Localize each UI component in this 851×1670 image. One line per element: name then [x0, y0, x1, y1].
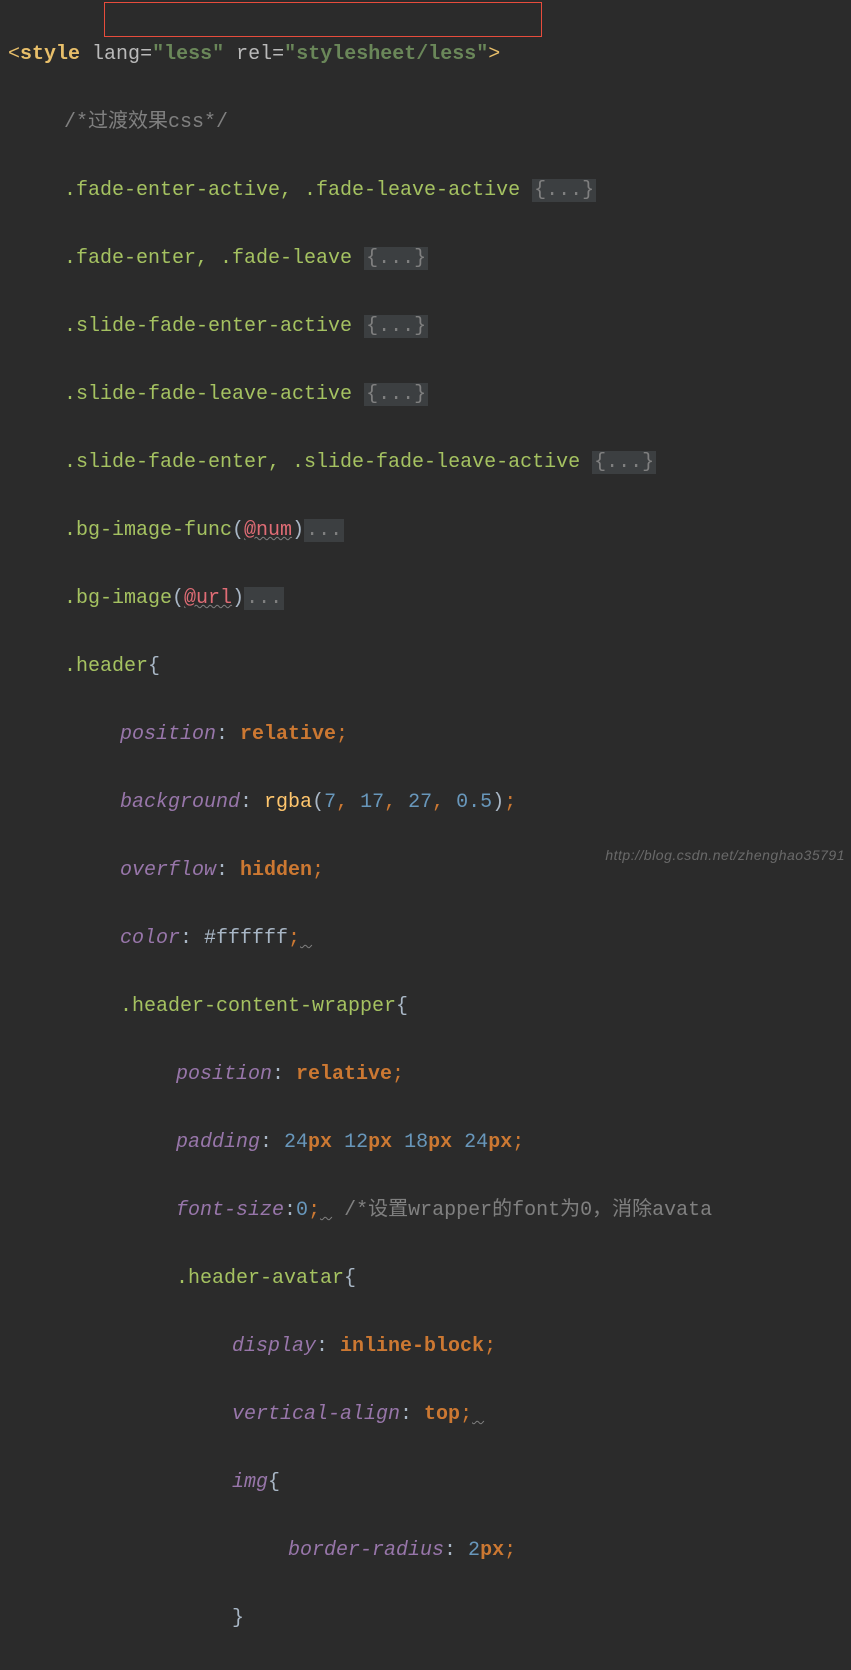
code-line: background: rgba(7, 17, 27, 0.5);: [8, 786, 851, 820]
css-property: font-size: [176, 1199, 284, 1222]
folded-region[interactable]: {...}: [364, 247, 428, 270]
css-selector: .slide-fade-enter-active: [64, 315, 364, 338]
code-line: .bg-image(@url)...: [8, 582, 851, 616]
css-selector: .header-content-wrapper: [120, 995, 396, 1018]
css-function: rgba: [264, 791, 312, 814]
code-line: .fade-enter-active, .fade-leave-active {…: [8, 174, 851, 208]
code-line: border-radius: 2px;: [8, 1534, 851, 1568]
tag-name: style: [20, 43, 80, 66]
css-property: background: [120, 791, 240, 814]
css-property: color: [120, 927, 180, 950]
code-line: font-size:0; /*设置wrapper的font为0，消除avata: [8, 1194, 851, 1228]
css-selector: .slide-fade-leave-active: [64, 383, 364, 406]
css-value: inline-block: [340, 1335, 484, 1358]
code-line: /*过渡效果css*/: [8, 106, 851, 140]
watermark: http://blog.csdn.net/zhenghao35791: [605, 844, 845, 868]
code-line: .header{: [8, 650, 851, 684]
code-line: position: relative;: [8, 718, 851, 752]
css-value: top: [424, 1403, 460, 1426]
css-selector: .fade-enter, .fade-leave: [64, 247, 364, 270]
attr-value: less: [164, 43, 212, 66]
css-property: vertical-align: [232, 1403, 400, 1426]
comment: /*过渡效果css*/: [64, 111, 228, 134]
mixin-param: @url: [184, 587, 232, 610]
attr-value: stylesheet/less: [296, 43, 476, 66]
folded-region[interactable]: {...}: [592, 451, 656, 474]
code-line: .bg-image-func(@num)...: [8, 514, 851, 548]
css-property: border-radius: [288, 1539, 444, 1562]
code-line: color: #ffffff;: [8, 922, 851, 956]
css-value: relative: [240, 723, 336, 746]
css-property: position: [120, 723, 216, 746]
highlight-box: [104, 2, 542, 37]
code-line: .fade-enter, .fade-leave {...}: [8, 242, 851, 276]
folded-region[interactable]: {...}: [364, 383, 428, 406]
css-value: hidden: [240, 859, 312, 882]
css-property: padding: [176, 1131, 260, 1154]
attr-name: rel: [236, 43, 272, 66]
mixin-param: @num: [244, 519, 292, 542]
css-selector: .fade-enter-active, .fade-leave-active: [64, 179, 532, 202]
code-line: position: relative;: [8, 1058, 851, 1092]
comment: /*设置wrapper的font为0，消除avata: [332, 1199, 712, 1222]
code-editor[interactable]: <style lang="less" rel="stylesheet/less"…: [0, 0, 851, 1670]
mixin-name: .bg-image: [64, 587, 172, 610]
code-line: vertical-align: top;: [8, 1398, 851, 1432]
code-line: .slide-fade-enter, .slide-fade-leave-act…: [8, 446, 851, 480]
code-line: <style lang="less" rel="stylesheet/less"…: [8, 38, 851, 72]
tag-close-bracket: >: [488, 43, 500, 66]
css-property: position: [176, 1063, 272, 1086]
code-line: .slide-fade-enter-active {...}: [8, 310, 851, 344]
folded-region[interactable]: {...}: [532, 179, 596, 202]
attr-name: lang: [92, 43, 140, 66]
code-line: .slide-fade-leave-active {...}: [8, 378, 851, 412]
mixin-name: .bg-image-func: [64, 519, 232, 542]
code-line: .header-content-wrapper{: [8, 990, 851, 1024]
css-value: #ffffff: [204, 927, 288, 950]
css-selector: .header-avatar: [176, 1267, 344, 1290]
css-property: display: [232, 1335, 316, 1358]
folded-region[interactable]: {...}: [364, 315, 428, 338]
folded-region[interactable]: ...: [244, 587, 284, 610]
css-selector: img: [232, 1471, 268, 1494]
code-line: img{: [8, 1466, 851, 1500]
css-property: overflow: [120, 859, 216, 882]
code-line: display: inline-block;: [8, 1330, 851, 1364]
folded-region[interactable]: ...: [304, 519, 344, 542]
css-selector: .slide-fade-enter, .slide-fade-leave-act…: [64, 451, 592, 474]
code-line: padding: 24px 12px 18px 24px;: [8, 1126, 851, 1160]
css-selector: .header: [64, 655, 148, 678]
css-value: relative: [296, 1063, 392, 1086]
tag-open-bracket: <: [8, 43, 20, 66]
code-line: }: [8, 1602, 851, 1636]
code-line: .header-avatar{: [8, 1262, 851, 1296]
